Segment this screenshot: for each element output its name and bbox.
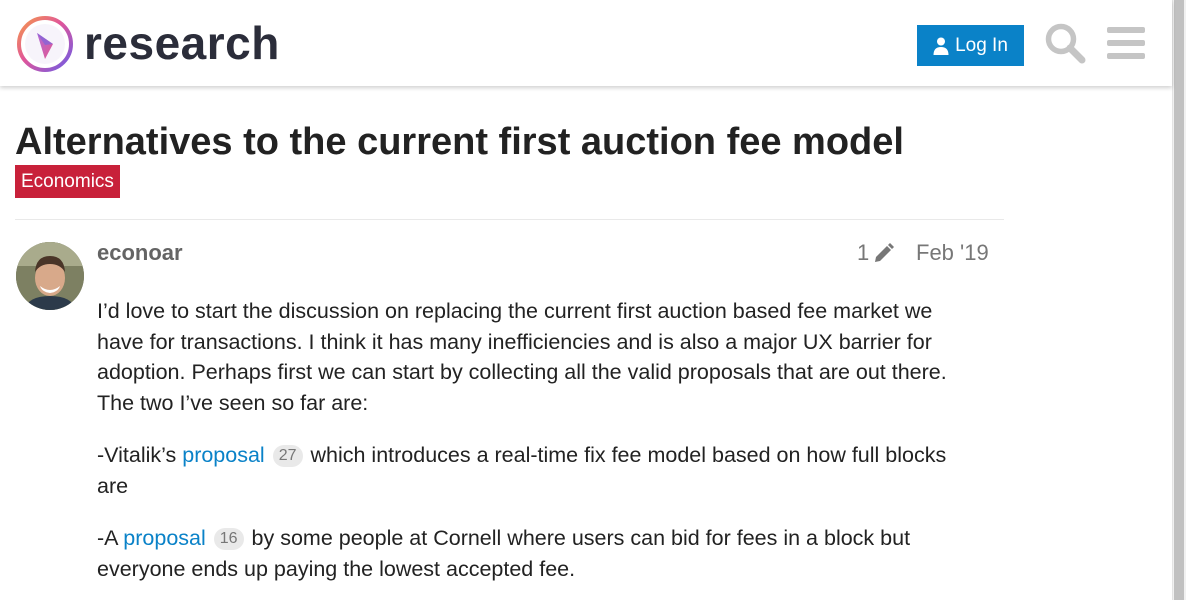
login-label: Log In: [955, 34, 1008, 56]
post-date[interactable]: Feb '19: [916, 239, 989, 267]
post-paragraph: I’d love to start the discussion on repl…: [97, 299, 947, 415]
link-click-count: 16: [213, 528, 244, 550]
item-prefix: -A: [97, 526, 124, 550]
research-logo-icon[interactable]: [16, 15, 74, 73]
post-list-item: -Vitalik’s proposal 27 which introduces …: [97, 440, 977, 501]
proposal-link[interactable]: proposal: [182, 443, 264, 467]
site-logo-text[interactable]: research: [84, 14, 280, 72]
pencil-icon: [875, 243, 895, 262]
avatar-image: [16, 242, 84, 310]
edit-history-button[interactable]: 1: [857, 239, 895, 267]
user-icon: [933, 37, 949, 55]
topic-divider: [15, 219, 1004, 220]
hamburger-menu-icon[interactable]: [1107, 26, 1145, 60]
avatar[interactable]: [16, 242, 84, 310]
post-list-item: -A proposal 16 by some people at Cornell…: [97, 523, 977, 584]
proposal-link[interactable]: proposal: [123, 526, 205, 550]
post-username[interactable]: econoar: [97, 239, 183, 267]
post-body: I’d love to start the discussion on repl…: [97, 296, 977, 606]
item-prefix: -Vitalik’s: [97, 443, 183, 467]
edit-count: 1: [857, 240, 870, 265]
scrollbar-thumb[interactable]: [1174, 0, 1184, 600]
search-icon[interactable]: [1044, 22, 1086, 64]
category-badge[interactable]: Economics: [15, 165, 120, 198]
login-button[interactable]: Log In: [917, 25, 1024, 66]
topic-title[interactable]: Alternatives to the current first auctio…: [15, 118, 904, 166]
link-click-count: 27: [272, 445, 303, 467]
site-header: research Log In: [0, 0, 1172, 86]
